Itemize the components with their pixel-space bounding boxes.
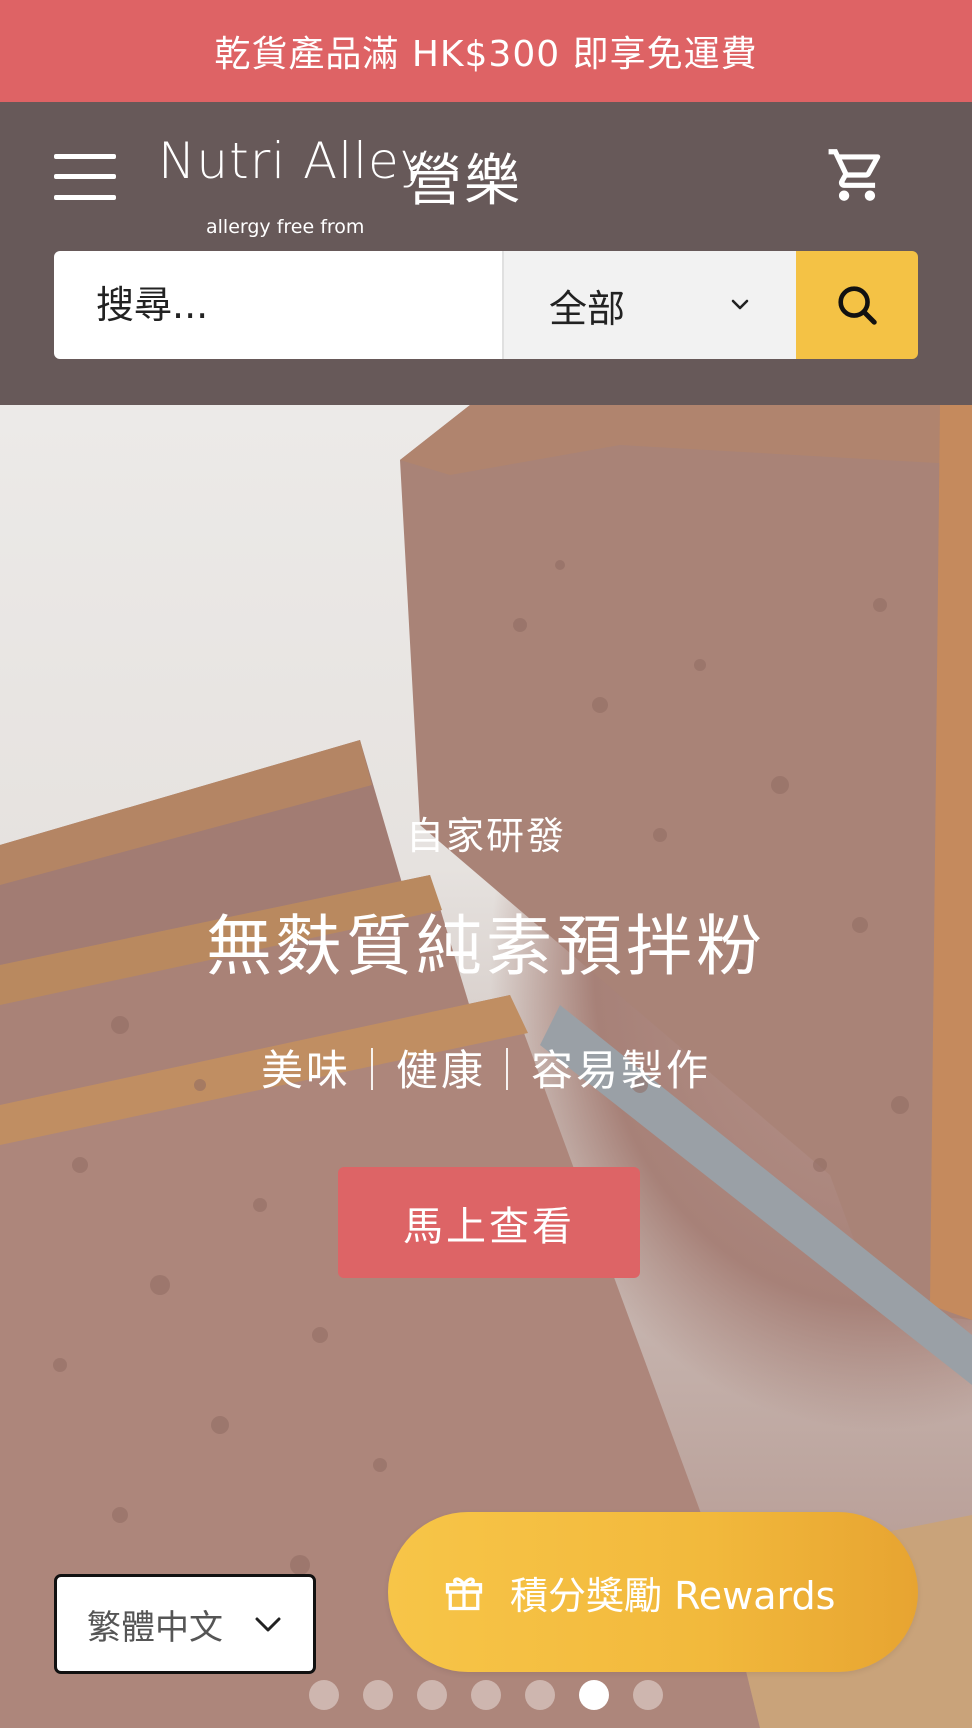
- carousel-dot[interactable]: [525, 1680, 555, 1710]
- view-now-button[interactable]: 馬上查看: [338, 1167, 640, 1278]
- hero-tagline: 美味｜健康｜容易製作: [260, 1046, 711, 1095]
- category-select-value: 全部: [549, 286, 626, 331]
- carousel-dot[interactable]: [309, 1680, 339, 1710]
- rewards-label: 積分獎勵 Rewards: [510, 1573, 836, 1618]
- announcement-bar: 乾貨產品滿 HK$300 即享免運費: [0, 0, 972, 102]
- site-logo[interactable]: Nutri Alley 營樂 allergy free from: [158, 132, 538, 238]
- language-selector[interactable]: 繁體中文: [54, 1574, 316, 1674]
- carousel-dot[interactable]: [633, 1680, 663, 1710]
- hero-title: 無麩質純素預拌粉: [206, 908, 766, 985]
- category-select[interactable]: 全部: [502, 251, 796, 359]
- language-selected: 繁體中文: [87, 1607, 223, 1648]
- gift-icon: [445, 1577, 483, 1611]
- logo-chinese: 營樂: [406, 149, 522, 214]
- chevron-down-icon: [731, 299, 749, 310]
- carousel-dot[interactable]: [471, 1680, 501, 1710]
- rewards-button[interactable]: 積分獎勵 Rewards: [388, 1512, 918, 1672]
- carousel-dot-active[interactable]: [579, 1680, 609, 1710]
- cart-icon[interactable]: [826, 144, 888, 206]
- site-header: Nutri Alley 營樂 allergy free from 全部: [0, 102, 972, 405]
- hero-eyebrow: 自家研發: [405, 814, 566, 858]
- search-icon: [838, 286, 877, 325]
- chevron-down-icon: [255, 1617, 281, 1632]
- announcement-text: 乾貨產品滿 HK$300 即享免運費: [214, 34, 758, 75]
- carousel-dot[interactable]: [417, 1680, 447, 1710]
- carousel-dot[interactable]: [363, 1680, 393, 1710]
- search-bar: 全部: [54, 251, 918, 359]
- hamburger-icon[interactable]: [54, 154, 116, 200]
- carousel-dots: [309, 1680, 663, 1710]
- logo-wordmark: Nutri Alley: [158, 132, 431, 190]
- logo-tagline: allergy free from: [206, 216, 365, 238]
- search-input[interactable]: [54, 251, 502, 359]
- search-button[interactable]: [796, 251, 918, 359]
